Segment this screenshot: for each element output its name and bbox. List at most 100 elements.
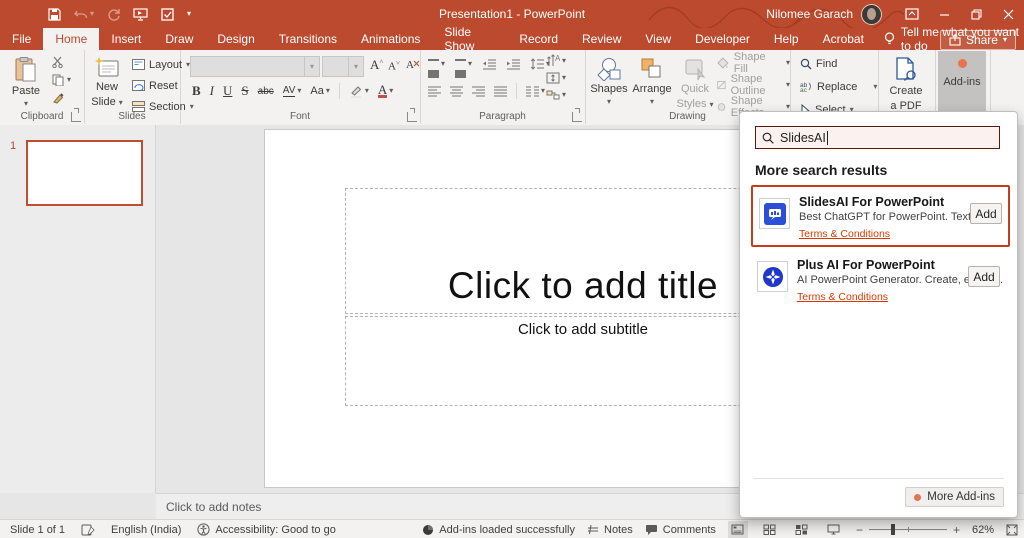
shadow-button[interactable]: S (241, 83, 248, 99)
restore-icon[interactable] (960, 0, 992, 28)
status-bar: Slide 1 of 1 English (India) Accessibili… (0, 519, 1024, 538)
align-left-icon[interactable] (428, 86, 441, 97)
accessibility-icon (197, 523, 210, 536)
copy-icon[interactable]: ▾ (52, 74, 71, 86)
slide-thumbnail[interactable] (26, 140, 143, 206)
user-name[interactable]: Nilomee Garach (766, 7, 853, 21)
decrease-indent-icon[interactable] (482, 58, 497, 70)
chevron-down-icon: ▾ (873, 81, 878, 91)
add-button-plusai[interactable]: Add (968, 266, 1000, 287)
customize-qat-icon[interactable]: ▾ (187, 10, 191, 18)
align-text-button[interactable]: ▾ (546, 72, 566, 84)
character-spacing-button[interactable]: AV ▾ (282, 85, 301, 97)
arrange-button[interactable]: Arrange ▾ (631, 52, 673, 106)
terms-link[interactable]: Terms & Conditions (797, 290, 888, 305)
font-size-combo[interactable]: ▾ (322, 56, 364, 77)
italic-button[interactable]: I (210, 83, 214, 99)
grow-font-button[interactable]: A˄ (370, 57, 383, 73)
strikethrough-button[interactable]: abc (258, 86, 274, 97)
addins-status[interactable]: Add-ins loaded successfully (422, 524, 575, 536)
tab-home[interactable]: Home (43, 28, 100, 50)
tab-review[interactable]: Review (570, 28, 633, 50)
zoom-out-icon[interactable]: − (856, 523, 863, 537)
find-button[interactable]: Find (800, 55, 877, 72)
replace-button[interactable]: ab ac Replace ▾ (800, 78, 877, 95)
paste-button[interactable]: Paste ▾ (8, 52, 44, 108)
notes-placeholder-text: Click to add notes (166, 500, 262, 514)
create-pdf-button[interactable]: Create a PDF (882, 52, 930, 113)
share-button[interactable]: Share ▾ (939, 30, 1016, 50)
notes-toggle[interactable]: Notes (587, 524, 633, 536)
slidesai-logo-icon (759, 198, 790, 229)
tab-design[interactable]: Design (205, 28, 266, 50)
ribbon-display-options-icon[interactable] (896, 0, 928, 28)
clipboard-dialog-launcher[interactable] (71, 108, 81, 122)
increase-indent-icon[interactable] (506, 58, 521, 70)
comments-toggle[interactable]: Comments (645, 524, 716, 536)
numbering-button[interactable]: ▾ (455, 57, 472, 70)
lightbulb-icon (884, 32, 895, 46)
avatar[interactable] (861, 3, 882, 25)
tab-file[interactable]: File (0, 28, 43, 50)
terms-link[interactable]: Terms & Conditions (799, 227, 890, 242)
tab-slide-show[interactable]: Slide Show (432, 25, 507, 53)
tab-help[interactable]: Help (762, 28, 811, 50)
font-color-button[interactable]: A ▾ (377, 83, 393, 98)
zoom-slider-handle[interactable] (890, 524, 895, 535)
clear-formatting-icon[interactable]: A (406, 58, 420, 71)
addin-result-plusai[interactable]: Plus AI For PowerPoint AI PowerPoint Gen… (751, 250, 1006, 308)
tab-transitions[interactable]: Transitions (267, 28, 349, 50)
zoom-level[interactable]: 62% (972, 524, 994, 536)
tab-acrobat[interactable]: Acrobat (811, 28, 876, 50)
save-icon[interactable] (48, 7, 61, 21)
shrink-font-button[interactable]: A˅ (388, 59, 400, 73)
language-indicator[interactable]: English (India) (111, 524, 181, 536)
addin-result-slidesai[interactable]: SlidesAI For PowerPoint Best ChatGPT for… (751, 185, 1010, 247)
proofing-icon[interactable] (81, 524, 95, 536)
tab-animations[interactable]: Animations (349, 28, 432, 50)
format-painter-icon[interactable] (52, 92, 71, 104)
accessibility-indicator[interactable]: Accessibility: Good to go (197, 523, 336, 536)
paragraph-dialog-launcher[interactable] (572, 108, 582, 122)
tab-record[interactable]: Record (507, 28, 570, 50)
zoom-in-icon[interactable]: + (953, 523, 960, 537)
touch-mode-icon[interactable] (161, 7, 174, 21)
slide-indicator[interactable]: Slide 1 of 1 (10, 524, 65, 536)
tab-developer[interactable]: Developer (683, 28, 762, 50)
columns-button[interactable]: ▾ (526, 86, 545, 97)
change-case-button[interactable]: Aa ▾ (310, 85, 329, 97)
addins-search-panel: SlidesAI More search results SlidesAI Fo… (739, 111, 1018, 518)
add-button-slidesai[interactable]: Add (970, 203, 1002, 224)
fit-slide-icon[interactable] (1006, 524, 1018, 536)
shapes-icon (596, 57, 622, 81)
convert-smartart-button[interactable]: ▾ (546, 89, 566, 101)
chevron-down-icon: ▾ (364, 86, 369, 95)
addin-description: AI PowerPoint Generator. Create, edit, a… (797, 274, 1004, 286)
minimize-icon[interactable] (928, 0, 960, 28)
tab-insert[interactable]: Insert (99, 28, 153, 50)
bold-button[interactable]: B (192, 83, 201, 99)
text-direction-button[interactable]: A ▾ (546, 54, 566, 67)
font-name-combo[interactable]: ▾ (190, 56, 320, 77)
normal-view-button[interactable] (727, 521, 748, 538)
font-dialog-launcher[interactable] (407, 108, 417, 122)
shapes-button[interactable]: Shapes ▾ (589, 52, 629, 106)
cut-icon[interactable] (52, 56, 71, 68)
highlight-color-button[interactable]: ▾ (349, 85, 369, 98)
align-right-icon[interactable] (472, 86, 485, 97)
reading-view-button[interactable] (792, 521, 812, 538)
close-icon[interactable] (992, 0, 1024, 28)
tab-view[interactable]: View (633, 28, 683, 50)
zoom-slider[interactable] (868, 524, 947, 535)
slide-sorter-view-button[interactable] (760, 521, 780, 538)
bullets-button[interactable]: ▾ (428, 57, 445, 70)
new-slide-button[interactable]: New Slide ▾ (86, 52, 128, 109)
slideshow-view-button[interactable] (824, 521, 844, 538)
tab-draw[interactable]: Draw (153, 28, 205, 50)
align-center-icon[interactable] (450, 86, 463, 97)
start-slideshow-icon[interactable] (133, 7, 148, 21)
more-addins-button[interactable]: More Add-ins (905, 487, 1004, 507)
underline-button[interactable]: U (223, 83, 232, 99)
justify-icon[interactable] (494, 86, 507, 97)
addins-search-input[interactable]: SlidesAI (755, 126, 1000, 149)
